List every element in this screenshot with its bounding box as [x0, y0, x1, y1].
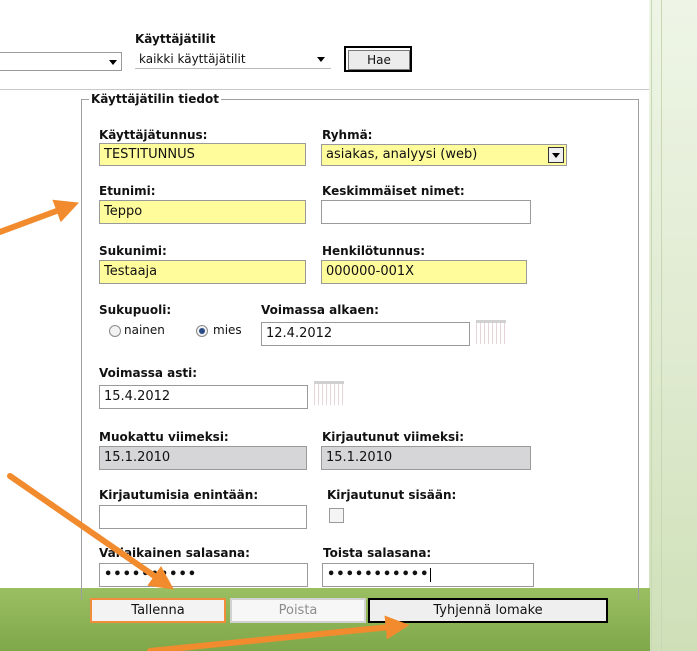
save-button[interactable]: Tallenna — [90, 598, 226, 623]
modified-label: Muokattu viimeksi: — [99, 430, 229, 444]
group-select-value: asiakas, analyysi (web) — [326, 147, 478, 162]
section-divider — [0, 89, 649, 90]
side-divider — [661, 0, 662, 651]
group-label: Ryhmä: — [322, 128, 373, 142]
repeat-password-label: Toista salasana: — [323, 546, 432, 560]
temp-password-input[interactable]: •••••••••• — [99, 563, 308, 587]
side-divider — [651, 0, 652, 651]
personal-id-label: Henkilötunnus: — [322, 244, 426, 258]
radio-female-label: nainen — [124, 323, 165, 337]
accounts-select[interactable]: kaikki käyttäjätilit — [135, 50, 331, 69]
search-button-label: Hae — [348, 50, 410, 70]
text-cursor — [430, 567, 432, 582]
last-login-label: Kirjautunut viimeksi: — [322, 430, 465, 444]
temp-password-value: •••••••••• — [104, 567, 198, 582]
username-label: Käyttäjätunnus: — [99, 128, 208, 142]
valid-until-input[interactable]: 15.4.2012 — [99, 385, 308, 409]
modified-value: 15.1.2010 — [99, 446, 307, 470]
radio-male-label: mies — [213, 323, 242, 337]
first-name-label: Etunimi: — [99, 184, 156, 198]
valid-from-input[interactable]: 12.4.2012 — [261, 322, 470, 346]
radio-male[interactable] — [196, 325, 208, 337]
username-input[interactable]: TESTITUNNUS — [99, 143, 306, 166]
logged-in-checkbox[interactable] — [329, 508, 344, 523]
first-name-input[interactable]: Teppo — [99, 200, 306, 224]
max-logins-label: Kirjautumisia enintään: — [99, 488, 259, 502]
side-panel — [649, 0, 697, 651]
clear-form-button[interactable]: Tyhjennä lomake — [368, 598, 608, 623]
chevron-down-icon — [317, 57, 325, 62]
gender-label: Sukupuoli: — [99, 303, 172, 317]
group-select[interactable]: asiakas, analyysi (web) — [321, 144, 567, 166]
last-name-input[interactable]: Testaaja — [99, 260, 306, 284]
accounts-select-value: kaikki käyttäjätilit — [139, 52, 246, 66]
chevron-down-icon — [109, 60, 117, 65]
valid-until-label: Voimassa asti: — [99, 366, 198, 380]
calendar-icon[interactable] — [476, 320, 506, 344]
chevron-down-icon[interactable] — [548, 147, 564, 163]
personal-id-input[interactable]: 000000-001X — [321, 260, 527, 284]
temp-password-label: Väliaikainen salasana: — [99, 546, 250, 560]
filter-select[interactable] — [0, 52, 122, 71]
valid-from-label: Voimassa alkaen: — [261, 303, 379, 317]
accounts-label: Käyttäjätilit — [135, 32, 216, 46]
delete-button[interactable]: Poista — [230, 598, 366, 623]
calendar-icon[interactable] — [314, 381, 344, 405]
logged-in-label: Kirjautunut sisään: — [327, 488, 457, 502]
last-name-label: Sukunimi: — [99, 244, 167, 258]
search-button[interactable]: Hae — [344, 46, 412, 72]
repeat-password-input[interactable]: ••••••••••• — [322, 563, 534, 587]
last-login-value: 15.1.2010 — [321, 446, 531, 470]
repeat-password-value: ••••••••••• — [327, 567, 430, 582]
middle-names-input[interactable] — [321, 200, 531, 224]
max-logins-input[interactable] — [99, 505, 307, 529]
middle-names-label: Keskimmäiset nimet: — [322, 184, 465, 198]
fieldset-legend: Käyttäjätilin tiedot — [89, 92, 221, 106]
radio-female[interactable] — [109, 325, 121, 337]
